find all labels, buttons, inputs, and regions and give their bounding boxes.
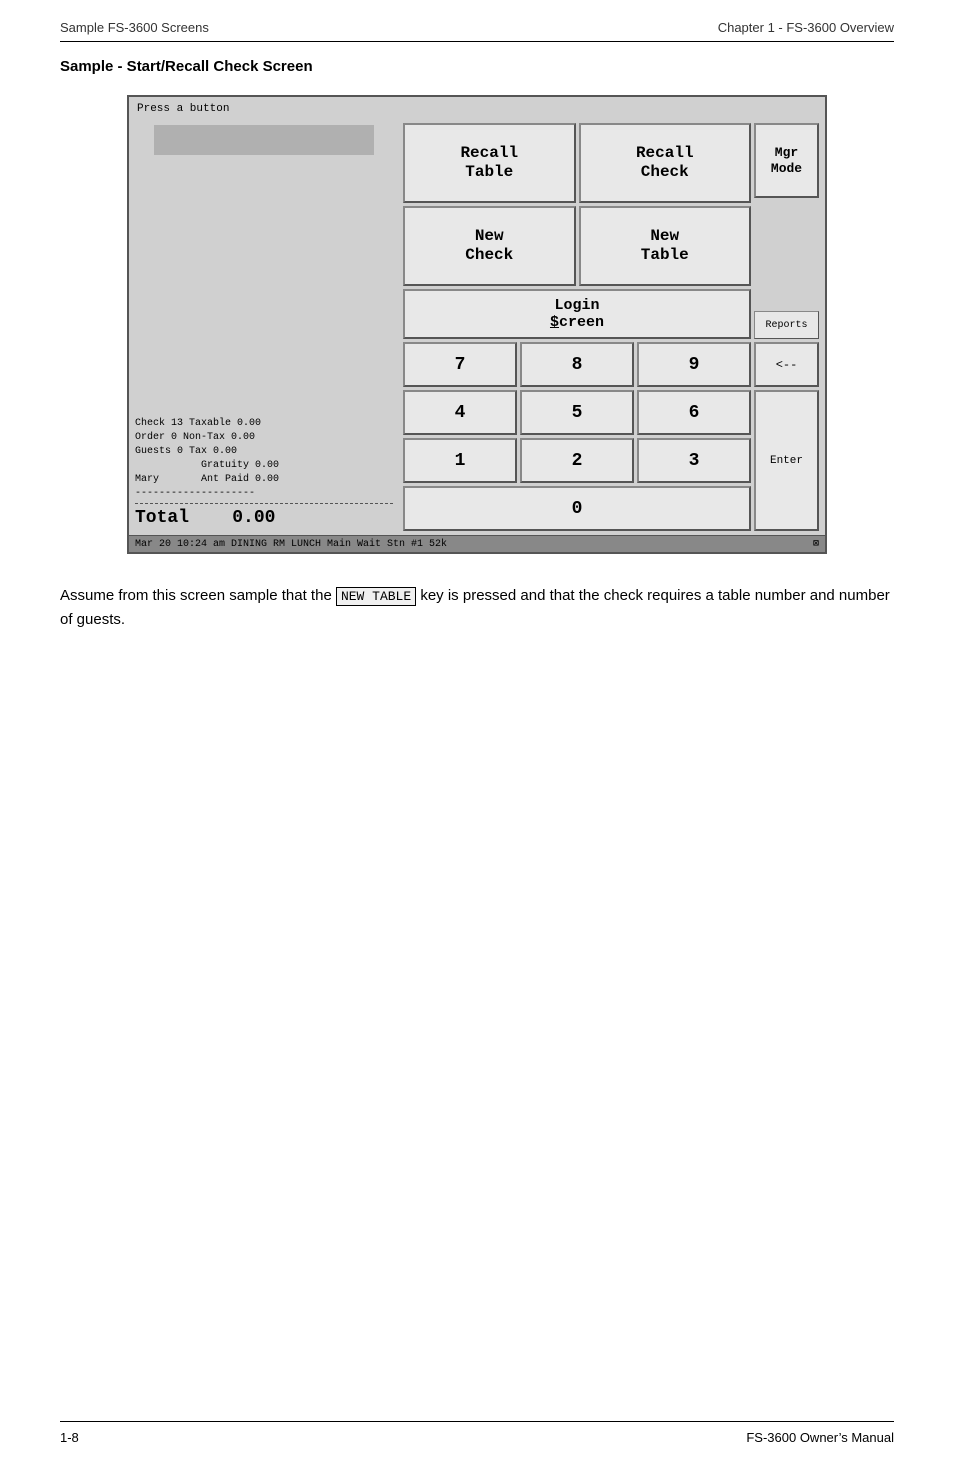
info-order: Order 0 Non-Tax 0.00 [135,431,393,445]
info-area: Check 13 Taxable 0.00 Order 0 Non-Tax 0.… [135,417,393,531]
num8-button[interactable]: 8 [520,342,634,387]
header-left: Sample FS-3600 Screens [60,20,209,35]
mgr-mode-section: Mgr Mode [754,123,819,203]
num9-button[interactable]: 9 [637,342,751,387]
desc-text1: Assume from this screen sample that the [60,587,332,604]
screen-left-panel: Check 13 Taxable 0.00 Order 0 Non-Tax 0.… [129,119,399,535]
keypad-second-row: New Check New Table [403,206,819,286]
total-label: Total [135,508,189,528]
status-icon: ⊠ [813,538,819,550]
mgr-mode-button[interactable]: Mgr Mode [754,123,819,198]
screen-body: Check 13 Taxable 0.00 Order 0 Non-Tax 0.… [129,119,825,535]
num4-button[interactable]: 4 [403,390,517,435]
header-right: Chapter 1 - FS-3600 Overview [718,20,894,35]
reports-side: Reports [754,311,819,339]
footer-right: FS-3600 Owner’s Manual [746,1430,894,1445]
num5-button[interactable]: 5 [520,390,634,435]
info-check: Check 13 Taxable 0.00 [135,417,393,431]
description: Assume from this screen sample that the … [60,584,894,632]
num2-button[interactable]: 2 [520,438,634,483]
page-footer: 1-8 FS-3600 Owner’s Manual [60,1421,894,1445]
enter-button[interactable]: Enter [754,390,819,531]
screen-right-panel: Recall Table Recall Check Mgr Mode New C… [399,119,825,535]
info-total: Total 0.00 [135,503,393,531]
keypad-top-row: Recall Table Recall Check Mgr Mode [403,123,819,203]
info-gratuity: Gratuity 0.00 [135,459,393,473]
footer-left: 1-8 [60,1430,79,1445]
login-screen-button[interactable]: Login$creen [403,289,751,339]
recall-check-button[interactable]: Recall Check [579,123,752,203]
login-reports-row: Login$creen Reports [403,289,819,339]
num7-button[interactable]: 7 [403,342,517,387]
new-check-button[interactable]: New Check [403,206,576,286]
info-mary: Mary Ant Paid 0.00 [135,473,393,487]
new-table-button[interactable]: New Table [579,206,752,286]
info-guests: Guests 0 Tax 0.00 [135,445,393,459]
keypad-row-456: 4 5 6 [403,390,751,435]
recall-table-button[interactable]: Recall Table [403,123,576,203]
status-bar: Mar 20 10:24 am DINING RM LUNCH Main Wai… [129,535,825,552]
display-area [154,125,374,155]
section-title: Sample - Start/Recall Check Screen [60,58,894,75]
login-screen-label: Login$creen [550,297,604,331]
keypad-row-0: 0 [403,486,751,531]
info-divider: -------------------- [135,487,393,501]
inline-key: NEW TABLE [336,587,416,606]
num0-button[interactable]: 0 [403,486,751,531]
page-header: Sample FS-3600 Screens Chapter 1 - FS-36… [60,20,894,42]
num6-button[interactable]: 6 [637,390,751,435]
screen-prompt: Press a button [129,97,825,119]
keypad-side-buttons: <-- Enter [754,342,819,531]
status-text: Mar 20 10:24 am DINING RM LUNCH Main Wai… [135,539,447,550]
keypad-main: 7 8 9 4 5 6 1 2 [403,342,751,531]
keypad-row-123: 1 2 3 [403,438,751,483]
keypad-mid-section: 7 8 9 4 5 6 1 2 [403,342,819,531]
num3-button[interactable]: 3 [637,438,751,483]
num1-button[interactable]: 1 [403,438,517,483]
backspace-button[interactable]: <-- [754,342,819,387]
total-value: 0.00 [232,508,275,528]
reports-button[interactable]: Reports [754,311,819,339]
keypad-row-789: 7 8 9 [403,342,751,387]
screen-simulation: Press a button Check 13 Taxable 0.00 Ord… [127,95,827,554]
